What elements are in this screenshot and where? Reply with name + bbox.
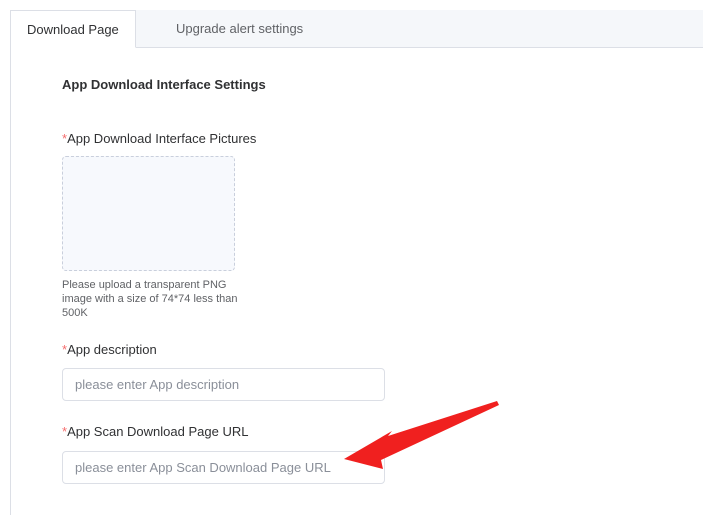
description-label-text: App description [67,342,157,357]
tabs-bar: Download Page Upgrade alert settings [10,10,703,48]
tab-upgrade-alert-settings[interactable]: Upgrade alert settings [160,10,319,47]
panel-border [10,47,11,515]
scan-url-input[interactable] [62,451,385,484]
image-upload-area[interactable] [62,156,235,271]
description-label: *App description [62,342,157,357]
tab-download-page[interactable]: Download Page [10,10,136,48]
scan-url-label: *App Scan Download Page URL [62,424,248,439]
app-description-input[interactable] [62,368,385,401]
pictures-label: *App Download Interface Pictures [62,131,256,146]
upload-hint: Please upload a transparent PNG image wi… [62,279,238,319]
pictures-label-text: App Download Interface Pictures [67,131,257,146]
scan-url-label-text: App Scan Download Page URL [67,424,249,439]
section-title: App Download Interface Settings [62,77,266,92]
